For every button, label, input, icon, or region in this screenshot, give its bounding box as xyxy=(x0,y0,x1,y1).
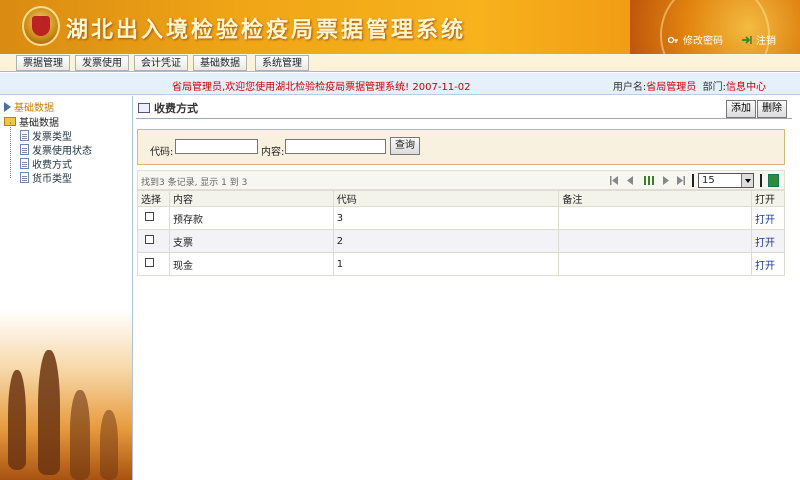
cell-content: 现金 xyxy=(168,252,334,276)
sidebar: 基础数据 基础数据 发票类型 发票使用状态 收费方式 货币类型 xyxy=(0,96,133,480)
delete-button[interactable]: 删除 xyxy=(757,100,787,118)
last-page-icon[interactable] xyxy=(677,176,685,185)
tab-accounting-voucher[interactable]: 会计凭证 xyxy=(134,55,188,71)
app-title: 湖北出入境检验检疫局票据管理系统 xyxy=(66,17,467,43)
open-link[interactable]: 打开 xyxy=(751,229,785,253)
chess-decoration xyxy=(0,310,132,480)
sidebar-root-label: 基础数据 xyxy=(14,103,54,114)
query-button[interactable]: 查询 xyxy=(390,137,420,155)
page-title-text: 收费方式 xyxy=(154,102,198,115)
code-label: 代码: xyxy=(150,147,174,158)
export-excel-icon[interactable] xyxy=(768,174,779,187)
expand-arrow-icon xyxy=(4,101,11,112)
prev-page-icon[interactable] xyxy=(626,176,634,185)
first-page-icon[interactable] xyxy=(610,176,618,185)
tab-ticket-management[interactable]: 票据管理 xyxy=(16,55,70,71)
data-table: 选择 内容 代码 备注 打开 预存款 3 打开 支票 2 打开 现金 1 打开 xyxy=(137,190,785,276)
pager-separator xyxy=(760,174,762,187)
record-count: 找到3 条记录, 显示 1 到 3 xyxy=(141,178,248,188)
page-indicator-icon xyxy=(644,176,654,185)
cell-content: 支票 xyxy=(168,229,334,253)
user-value: 省局管理员 xyxy=(646,82,697,93)
welcome-message: 省局管理员,欢迎您使用湖北检验检疫局票据管理系统! 2007-11-02 xyxy=(172,82,471,93)
add-button[interactable]: 添加 xyxy=(726,100,756,118)
sidebar-folder-label: 基础数据 xyxy=(19,118,59,129)
main-panel: 收费方式 添加 删除 代码: 内容: 查询 找到3 条记录, 显示 1 到 3 … xyxy=(134,96,800,480)
form-icon xyxy=(138,103,150,113)
cell-note xyxy=(558,229,753,253)
table-row: 支票 2 打开 xyxy=(137,229,785,253)
content-label: 内容: xyxy=(261,147,285,158)
page-title: 收费方式 xyxy=(138,100,198,116)
top-nav: 票据管理 发票使用 会计凭证 基础数据 系统管理 xyxy=(0,54,800,72)
user-label: 用户名: xyxy=(612,82,647,93)
col-select: 选择 xyxy=(137,190,170,207)
tab-basic-data[interactable]: 基础数据 xyxy=(193,55,247,71)
col-open: 打开 xyxy=(751,190,785,207)
col-content: 内容 xyxy=(168,190,334,207)
cell-code: 2 xyxy=(332,229,560,253)
row-checkbox[interactable] xyxy=(145,235,154,244)
col-code: 代码 xyxy=(332,190,560,207)
dept-label: 部门: xyxy=(702,82,726,93)
sidebar-item-label: 货币类型 xyxy=(32,174,72,185)
sidebar-item-invoice-status[interactable]: 发票使用状态 xyxy=(20,142,92,157)
document-icon xyxy=(20,158,29,169)
table-header-row: 选择 内容 代码 备注 打开 xyxy=(137,190,785,207)
sidebar-folder[interactable]: 基础数据 xyxy=(4,114,59,129)
logout-arrow-icon xyxy=(742,35,752,44)
page-size-value: 15 xyxy=(702,175,715,186)
welcome-bar: 省局管理员,欢迎您使用湖北检验检疫局票据管理系统! 2007-11-02 用户名… xyxy=(0,73,800,95)
sidebar-item-currency-type[interactable]: 货币类型 xyxy=(20,170,72,185)
dropdown-arrow-icon xyxy=(741,174,753,187)
table-row: 现金 1 打开 xyxy=(137,252,785,276)
row-checkbox[interactable] xyxy=(145,258,154,267)
sidebar-item-label: 收费方式 xyxy=(32,160,72,171)
pager-separator xyxy=(692,174,694,187)
row-checkbox[interactable] xyxy=(145,212,154,221)
next-page-icon[interactable] xyxy=(662,176,670,185)
logout-link[interactable]: 注销 xyxy=(741,32,776,47)
cell-code: 3 xyxy=(332,206,560,230)
sidebar-item-payment-method[interactable]: 收费方式 xyxy=(20,156,72,171)
emblem-logo xyxy=(22,6,60,46)
cell-note xyxy=(558,252,753,276)
sidebar-item-label: 发票类型 xyxy=(32,132,72,143)
tab-system-management[interactable]: 系统管理 xyxy=(255,55,309,71)
cell-content: 预存款 xyxy=(168,206,334,230)
sidebar-item-invoice-type[interactable]: 发票类型 xyxy=(20,128,72,143)
content-input[interactable] xyxy=(285,139,386,154)
title-divider xyxy=(136,118,792,119)
cell-note xyxy=(558,206,753,230)
tab-invoice-usage[interactable]: 发票使用 xyxy=(75,55,129,71)
logout-label: 注销 xyxy=(756,36,776,47)
code-input[interactable] xyxy=(175,139,258,154)
pager-bar: 找到3 条记录, 显示 1 到 3 15 xyxy=(137,170,785,190)
change-password-link[interactable]: 修改密码 xyxy=(668,32,723,47)
change-password-label: 修改密码 xyxy=(683,36,723,47)
document-icon xyxy=(20,144,29,155)
sidebar-root[interactable]: 基础数据 xyxy=(4,99,54,114)
document-icon xyxy=(20,130,29,141)
sidebar-item-label: 发票使用状态 xyxy=(32,146,92,157)
page-size-select[interactable]: 15 xyxy=(698,173,754,188)
tree-connector xyxy=(10,122,11,178)
search-panel: 代码: 内容: 查询 xyxy=(137,129,785,165)
open-link[interactable]: 打开 xyxy=(751,206,785,230)
open-link[interactable]: 打开 xyxy=(751,252,785,276)
document-icon xyxy=(20,172,29,183)
dept-value: 信息中心 xyxy=(726,82,766,93)
col-note: 备注 xyxy=(558,190,753,207)
cell-code: 1 xyxy=(332,252,560,276)
header-banner: 湖北出入境检验检疫局票据管理系统 修改密码 注销 xyxy=(0,0,800,54)
table-row: 预存款 3 打开 xyxy=(137,206,785,230)
user-info: 用户名:省局管理员 部门:信息中心 xyxy=(613,78,766,93)
key-icon xyxy=(668,36,678,43)
